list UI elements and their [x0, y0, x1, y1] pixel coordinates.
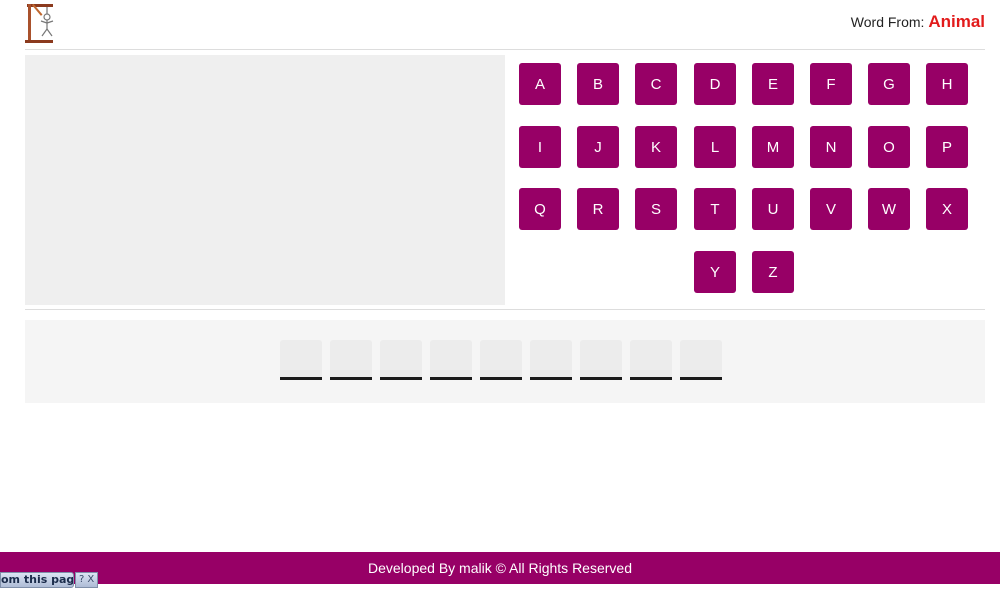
letter-key-c[interactable]: C [635, 63, 677, 105]
letter-key-b[interactable]: B [577, 63, 619, 105]
word-panel [25, 320, 985, 403]
letter-slot [330, 340, 372, 380]
letter-slot [680, 340, 722, 380]
letter-key-m[interactable]: M [752, 126, 794, 168]
close-icon[interactable]: X [87, 573, 94, 587]
letter-key-s[interactable]: S [635, 188, 677, 230]
letter-key-h[interactable]: H [926, 63, 968, 105]
header: Word From: Animal [25, 0, 985, 50]
letter-keyboard: ABCDEFGH IJKLMNOP QRSTUVWX YZ [519, 63, 971, 295]
letter-slot [480, 340, 522, 380]
footer: Developed By malik © All Rights Reserved [0, 552, 1000, 584]
word-category-indicator: Word From: Animal [851, 12, 985, 32]
letter-key-d[interactable]: D [694, 63, 736, 105]
letter-key-e[interactable]: E [752, 63, 794, 105]
letter-key-q[interactable]: Q [519, 188, 561, 230]
letter-key-l[interactable]: L [694, 126, 736, 168]
letter-slot [280, 340, 322, 380]
letter-key-z[interactable]: Z [752, 251, 794, 293]
footer-text: Developed By malik © All Rights Reserved [368, 560, 632, 576]
hangman-page: Word From: Animal ABCDEFGH IJKLMNOP QRSTUV… [0, 0, 1000, 600]
page-overlay-widget: om this page ? X [0, 572, 99, 588]
word-from-label: Word From: [850, 14, 925, 30]
letter-key-t[interactable]: T [694, 188, 736, 230]
letter-key-x[interactable]: X [926, 188, 968, 230]
letter-key-k[interactable]: K [635, 126, 677, 168]
letter-slot [380, 340, 422, 380]
letter-key-y[interactable]: Y [694, 251, 736, 293]
letter-key-n[interactable]: N [810, 126, 852, 168]
letter-key-w[interactable]: W [868, 188, 910, 230]
word-slots [280, 340, 730, 382]
word-category: Animal [928, 12, 985, 31]
letter-key-f[interactable]: F [810, 63, 852, 105]
letter-key-o[interactable]: O [868, 126, 910, 168]
letter-key-u[interactable]: U [752, 188, 794, 230]
hangman-drawing-area [25, 55, 505, 305]
divider [25, 309, 985, 310]
help-icon[interactable]: ? [79, 573, 84, 587]
hangman-gallows-icon [25, 3, 54, 43]
overlay-controls: ? X [75, 572, 99, 588]
letter-slot [530, 340, 572, 380]
letter-key-a[interactable]: A [519, 63, 561, 105]
letter-slot [580, 340, 622, 380]
overlay-label[interactable]: om this page [0, 572, 74, 588]
letter-slot [630, 340, 672, 380]
letter-key-r[interactable]: R [577, 188, 619, 230]
letter-key-g[interactable]: G [868, 63, 910, 105]
letter-key-p[interactable]: P [926, 126, 968, 168]
letter-key-i[interactable]: I [519, 126, 561, 168]
letter-key-j[interactable]: J [577, 126, 619, 168]
letter-key-v[interactable]: V [810, 188, 852, 230]
letter-slot [430, 340, 472, 380]
